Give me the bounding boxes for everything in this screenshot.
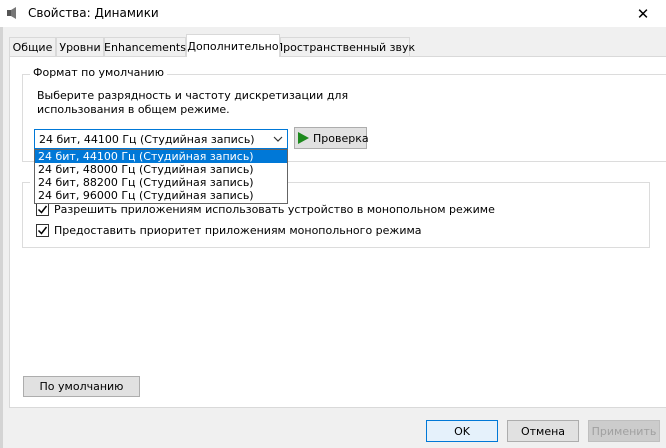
cancel-button[interactable]: Отмена: [507, 420, 579, 442]
tab-enhancements[interactable]: Enhancements: [104, 37, 186, 56]
format-description: Выберите разрядность и частоту дискретиз…: [37, 89, 349, 116]
tab-general[interactable]: Общие: [9, 37, 56, 56]
tab-spatial-sound[interactable]: Пространственный звук: [275, 37, 415, 56]
format-option[interactable]: 24 бит, 48000 Гц (Студийная запись): [35, 163, 287, 176]
apply-button[interactable]: Применить: [588, 420, 660, 442]
format-select-value: 24 бит, 44100 Гц (Студийная запись): [39, 132, 255, 146]
format-select[interactable]: 24 бит, 44100 Гц (Студийная запись): [34, 129, 288, 149]
play-icon: [298, 132, 309, 144]
tab-advanced[interactable]: Дополнительно: [186, 34, 280, 57]
tab-levels[interactable]: Уровни: [56, 37, 104, 56]
restore-defaults-button[interactable]: По умолчанию: [23, 376, 140, 397]
format-option[interactable]: 24 бит, 96000 Гц (Студийная запись): [35, 189, 287, 202]
format-option[interactable]: 24 бит, 88200 Гц (Студийная запись): [35, 176, 287, 189]
close-button[interactable]: ✕: [620, 0, 666, 27]
test-button[interactable]: Проверка: [294, 127, 369, 149]
ok-button[interactable]: OK: [426, 420, 498, 442]
window-title: Свойства: Динамики: [28, 6, 159, 20]
exclusive-mode-checkbox-row[interactable]: Разрешить приложениям использовать устро…: [36, 203, 495, 216]
exclusive-priority-label: Предоставить приоритет приложениям моноп…: [54, 224, 422, 237]
format-option[interactable]: 24 бит, 44100 Гц (Студийная запись): [35, 150, 287, 163]
exclusive-mode-label: Разрешить приложениям использовать устро…: [54, 203, 495, 216]
check-icon: [37, 226, 48, 235]
exclusive-mode-checkbox[interactable]: [36, 203, 49, 216]
check-icon: [37, 205, 48, 214]
exclusive-priority-checkbox[interactable]: [36, 224, 49, 237]
speaker-icon: [7, 7, 16, 19]
window-frame-edge: [0, 27, 3, 448]
close-icon: ✕: [636, 4, 650, 23]
default-format-group-title: Формат по умолчанию: [30, 66, 167, 79]
exclusive-priority-checkbox-row[interactable]: Предоставить приоритет приложениям моноп…: [36, 224, 422, 237]
test-button-label: Проверка: [313, 131, 369, 145]
chevron-down-icon[interactable]: [269, 129, 287, 149]
format-dropdown-list: 24 бит, 44100 Гц (Студийная запись) 24 б…: [34, 149, 288, 204]
